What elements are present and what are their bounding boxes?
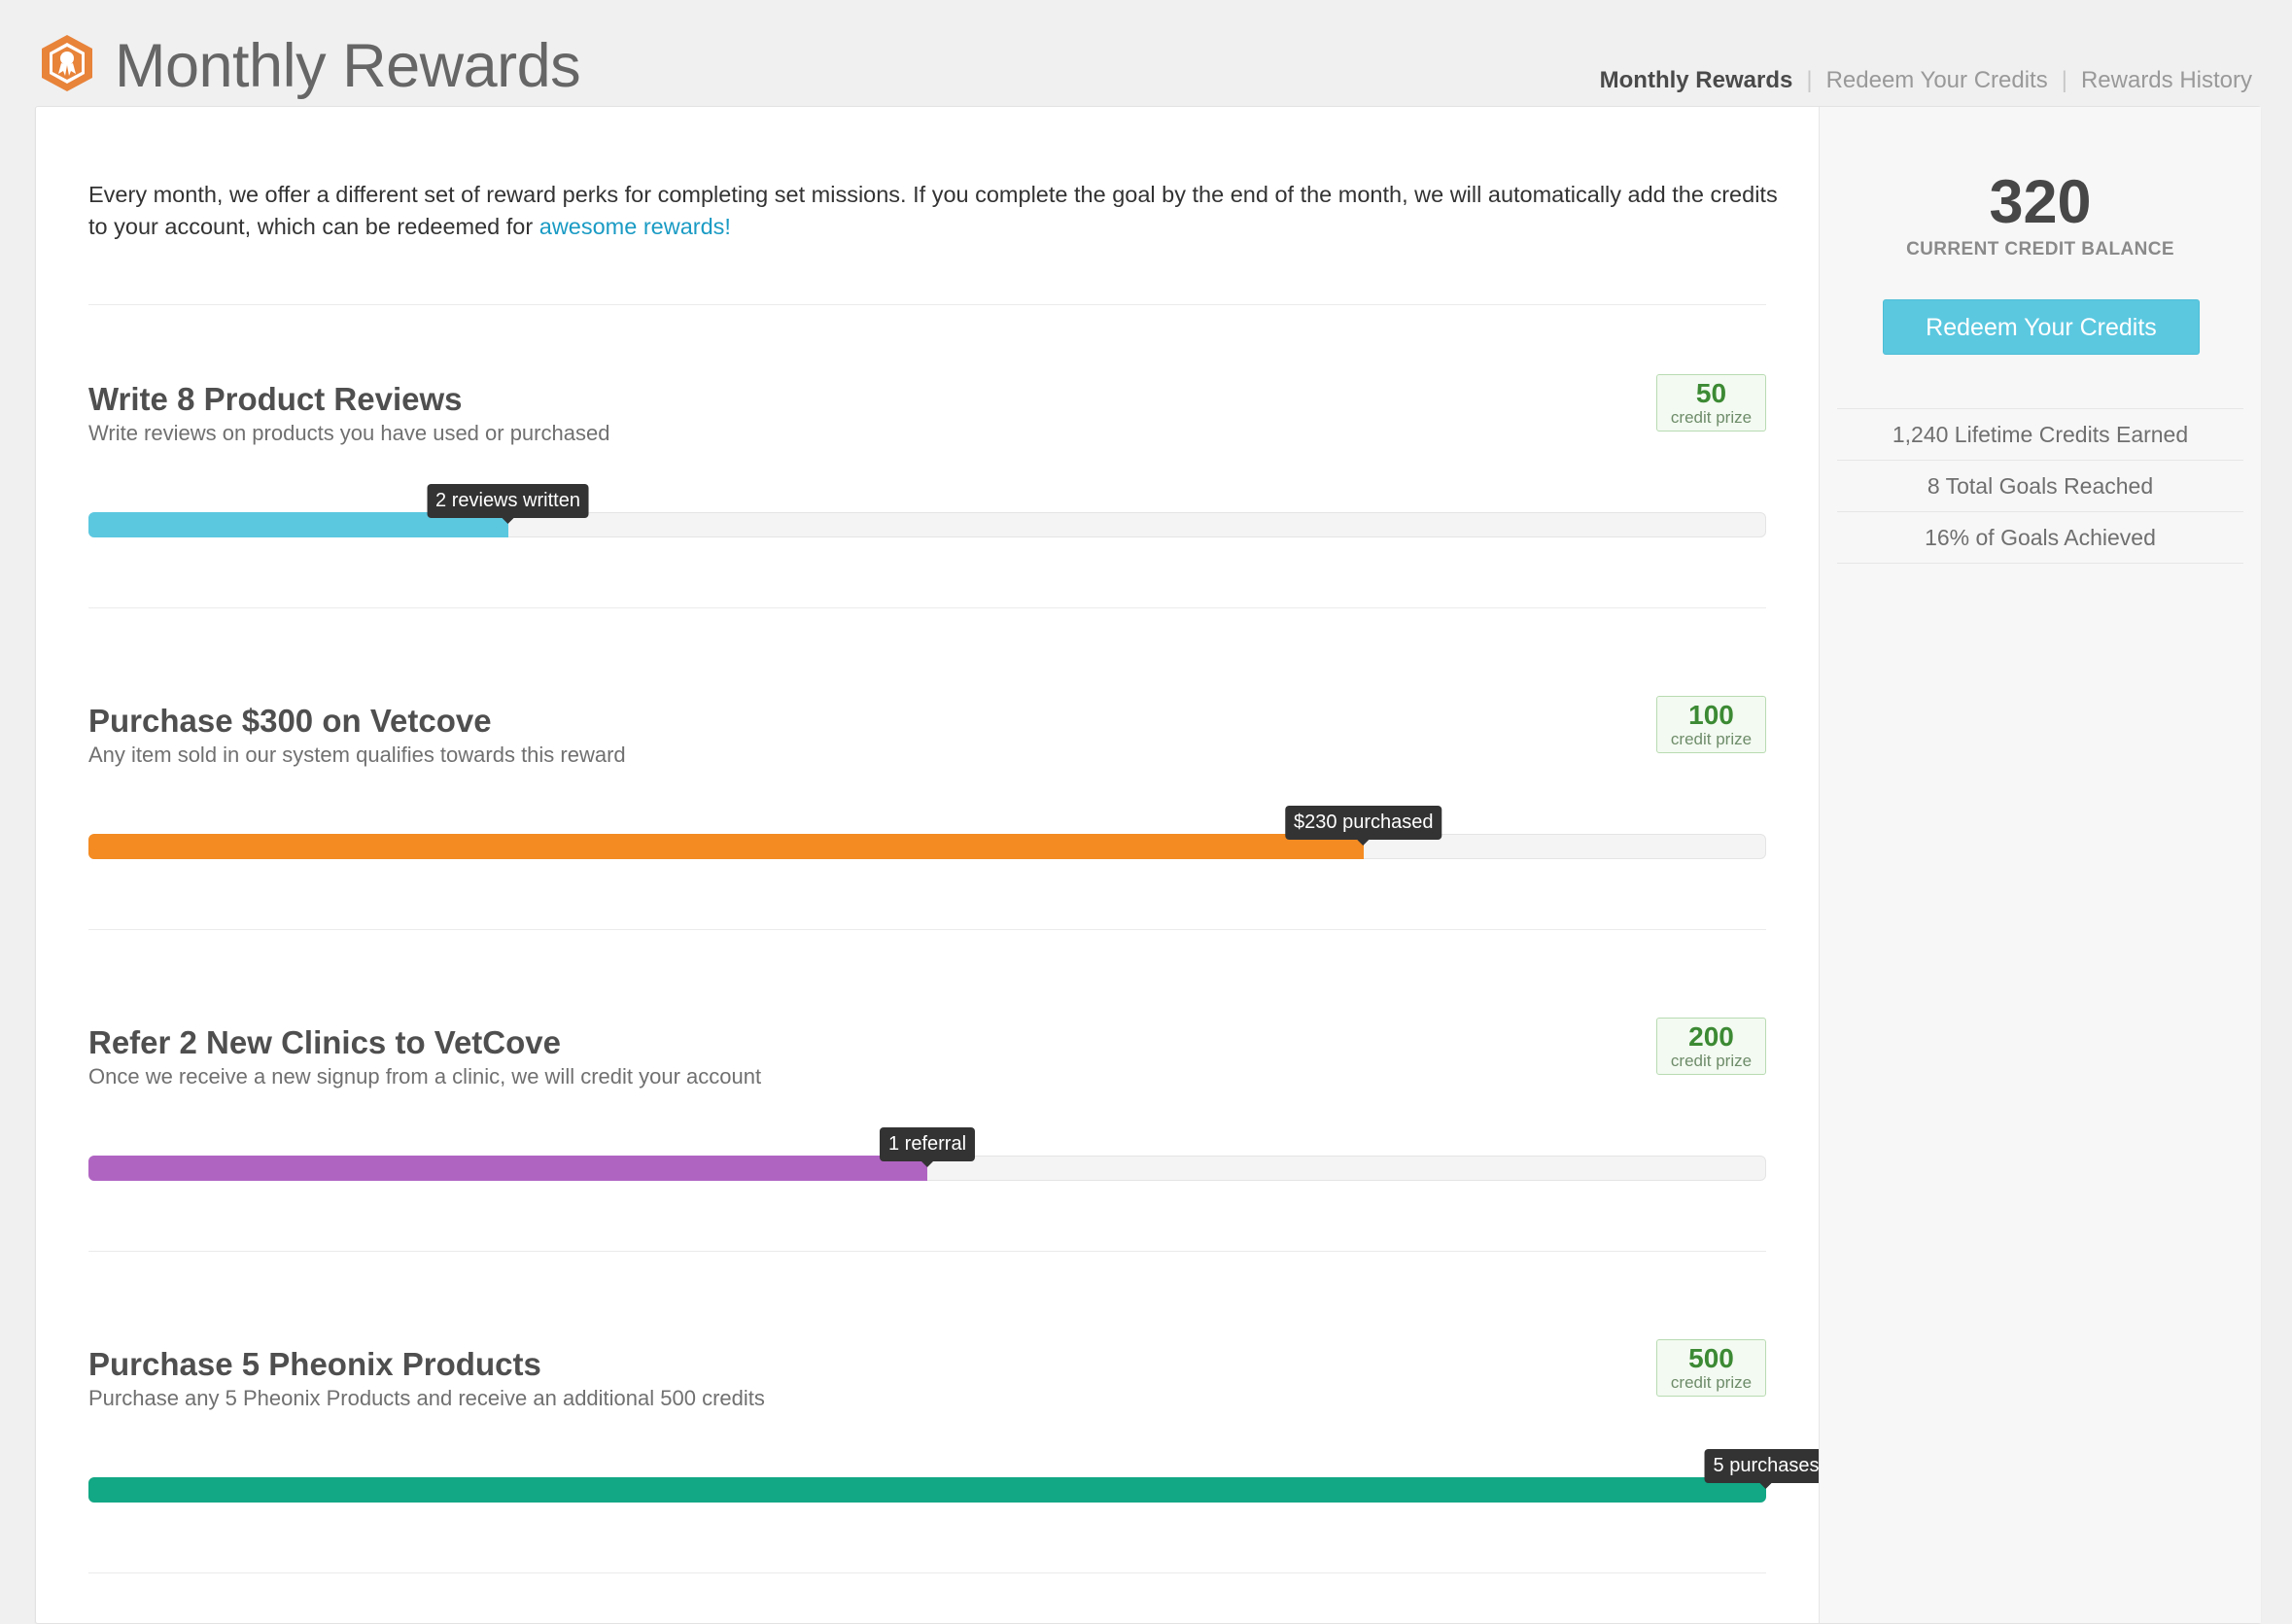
goal-description: Write reviews on products you have used …: [88, 421, 610, 445]
goal-title: Purchase $300 on Vetcove: [88, 703, 492, 739]
goal-card: Purchase $300 on Vetcove Any item sold i…: [88, 696, 1766, 916]
goal-card: Purchase 5 Pheonix Products Purchase any…: [88, 1339, 1828, 1559]
goal-title: Purchase 5 Pheonix Products: [88, 1346, 541, 1382]
progress-tooltip: 1 referral: [879, 1127, 976, 1167]
progress-fill: [88, 834, 1364, 859]
goal-title: Write 8 Product Reviews: [88, 381, 463, 417]
progress-fill: [88, 1477, 1766, 1503]
prize-label: credit prize: [1670, 408, 1753, 427]
credit-sidebar: 320 CURRENT CREDIT BALANCE Redeem Your C…: [1819, 107, 2261, 1623]
stat-goals-reached: 8 Total Goals Reached: [1837, 460, 2243, 511]
nav-separator: |: [1806, 67, 1813, 93]
redeem-credits-button[interactable]: Redeem Your Credits: [1883, 299, 2200, 355]
credit-balance: 320: [1989, 168, 2092, 236]
prize-value: 50: [1695, 378, 1727, 408]
goal-title: Refer 2 New Clinics to VetCove: [88, 1024, 561, 1060]
divider: [88, 304, 1766, 305]
prize-label: credit prize: [1670, 1052, 1753, 1070]
divider: [88, 1572, 1766, 1573]
stats-list: 1,240 Lifetime Credits Earned 8 Total Go…: [1837, 408, 2243, 564]
credit-prize-badge: 100 credit prize: [1656, 696, 1766, 753]
goal-description: Purchase any 5 Pheonix Products and rece…: [88, 1386, 765, 1410]
stat-goals-achieved: 16% of Goals Achieved: [1837, 511, 2243, 564]
nav-separator: |: [2061, 67, 2067, 93]
page-title: Monthly Rewards: [115, 32, 581, 100]
intro-body: Every month, we offer a different set of…: [88, 182, 1778, 239]
rewards-logo-icon: [38, 33, 96, 93]
awesome-rewards-link[interactable]: awesome rewards!: [539, 214, 731, 239]
prize-label: credit prize: [1670, 730, 1753, 748]
progress-tooltip: 5 purchases: [1704, 1449, 1828, 1489]
goal-card: Write 8 Product Reviews Write reviews on…: [88, 374, 1766, 594]
goal-description: Any item sold in our system qualifies to…: [88, 743, 626, 767]
credit-balance-label: CURRENT CREDIT BALANCE: [1906, 239, 2174, 259]
prize-label: credit prize: [1670, 1373, 1753, 1392]
prize-value: 100: [1688, 700, 1734, 730]
intro-text: Every month, we offer a different set of…: [88, 179, 1780, 243]
nav-monthly-rewards[interactable]: Monthly Rewards: [1600, 67, 1793, 93]
goal-description: Once we receive a new signup from a clin…: [88, 1064, 762, 1088]
nav-redeem-credits[interactable]: Redeem Your Credits: [1826, 67, 2048, 93]
top-nav: Monthly Rewards | Redeem Your Credits | Rewa…: [1600, 64, 2252, 97]
divider: [88, 1251, 1766, 1252]
prize-value: 200: [1688, 1021, 1734, 1052]
progress-track: [88, 834, 1766, 859]
divider: [88, 607, 1766, 608]
prize-value: 500: [1688, 1343, 1734, 1373]
goal-card: Refer 2 New Clinics to VetCove Once we r…: [88, 1018, 1766, 1237]
progress-tooltip: $230 purchased: [1285, 806, 1442, 846]
progress-tooltip: 2 reviews written: [427, 484, 589, 524]
credit-prize-badge: 500 credit prize: [1656, 1339, 1766, 1397]
progress-track: [88, 512, 1766, 537]
stat-lifetime-credits: 1,240 Lifetime Credits Earned: [1837, 408, 2243, 460]
rewards-card: Every month, we offer a different set of…: [35, 106, 2261, 1624]
credit-prize-badge: 50 credit prize: [1656, 374, 1766, 432]
progress-track: [88, 1477, 1766, 1503]
credit-prize-badge: 200 credit prize: [1656, 1018, 1766, 1075]
goals-panel: Every month, we offer a different set of…: [36, 107, 1828, 1623]
progress-fill: [88, 1156, 927, 1181]
divider: [88, 929, 1766, 930]
nav-rewards-history[interactable]: Rewards History: [2081, 67, 2252, 93]
